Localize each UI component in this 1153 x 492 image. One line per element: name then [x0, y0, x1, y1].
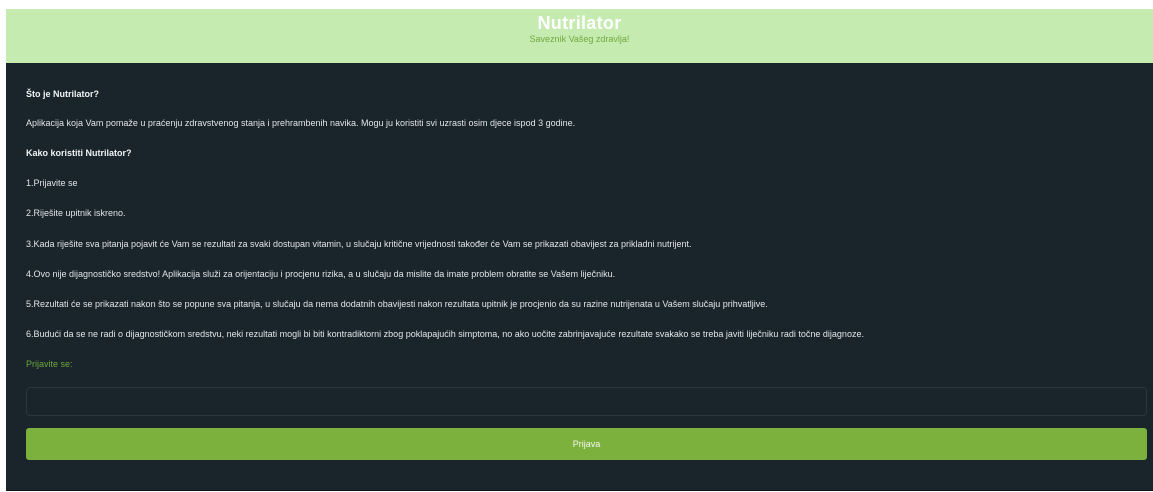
app-description: Aplikacija koja Vam pomaže u praćenju zd…: [26, 118, 576, 128]
login-button[interactable]: Prijava: [26, 428, 1147, 460]
step-5: 5.Rezultati će se prikazati nakon što se…: [26, 299, 768, 309]
app-title: Nutrilator: [537, 13, 622, 33]
login-input[interactable]: [26, 387, 1147, 416]
step-2: 2.Riješite upitnik iskreno.: [26, 208, 126, 218]
app-subtitle: Saveznik Vašeg zdravlja!: [529, 34, 630, 44]
main-panel: Što je Nutrilator? Aplikacija koja Vam p…: [6, 63, 1153, 491]
step-6: 6.Budući da se ne radi o dijagnostičkom …: [26, 329, 864, 339]
step-4: 4.Ovo nije dijagnostičko sredstvo! Aplik…: [26, 269, 616, 279]
page: Nutrilator Saveznik Vašeg zdravlja! Što …: [0, 0, 1153, 492]
step-1: 1.Prijavite se: [26, 178, 78, 188]
what-is-heading: Što je Nutrilator?: [26, 89, 100, 99]
how-to-use-heading: Kako koristiti Nutrilator?: [26, 148, 132, 158]
login-label: Prijavite se:: [26, 359, 73, 369]
app-header: Nutrilator Saveznik Vašeg zdravlja!: [6, 9, 1153, 63]
step-3: 3.Kada riješite sva pitanja pojavit će V…: [26, 239, 692, 249]
